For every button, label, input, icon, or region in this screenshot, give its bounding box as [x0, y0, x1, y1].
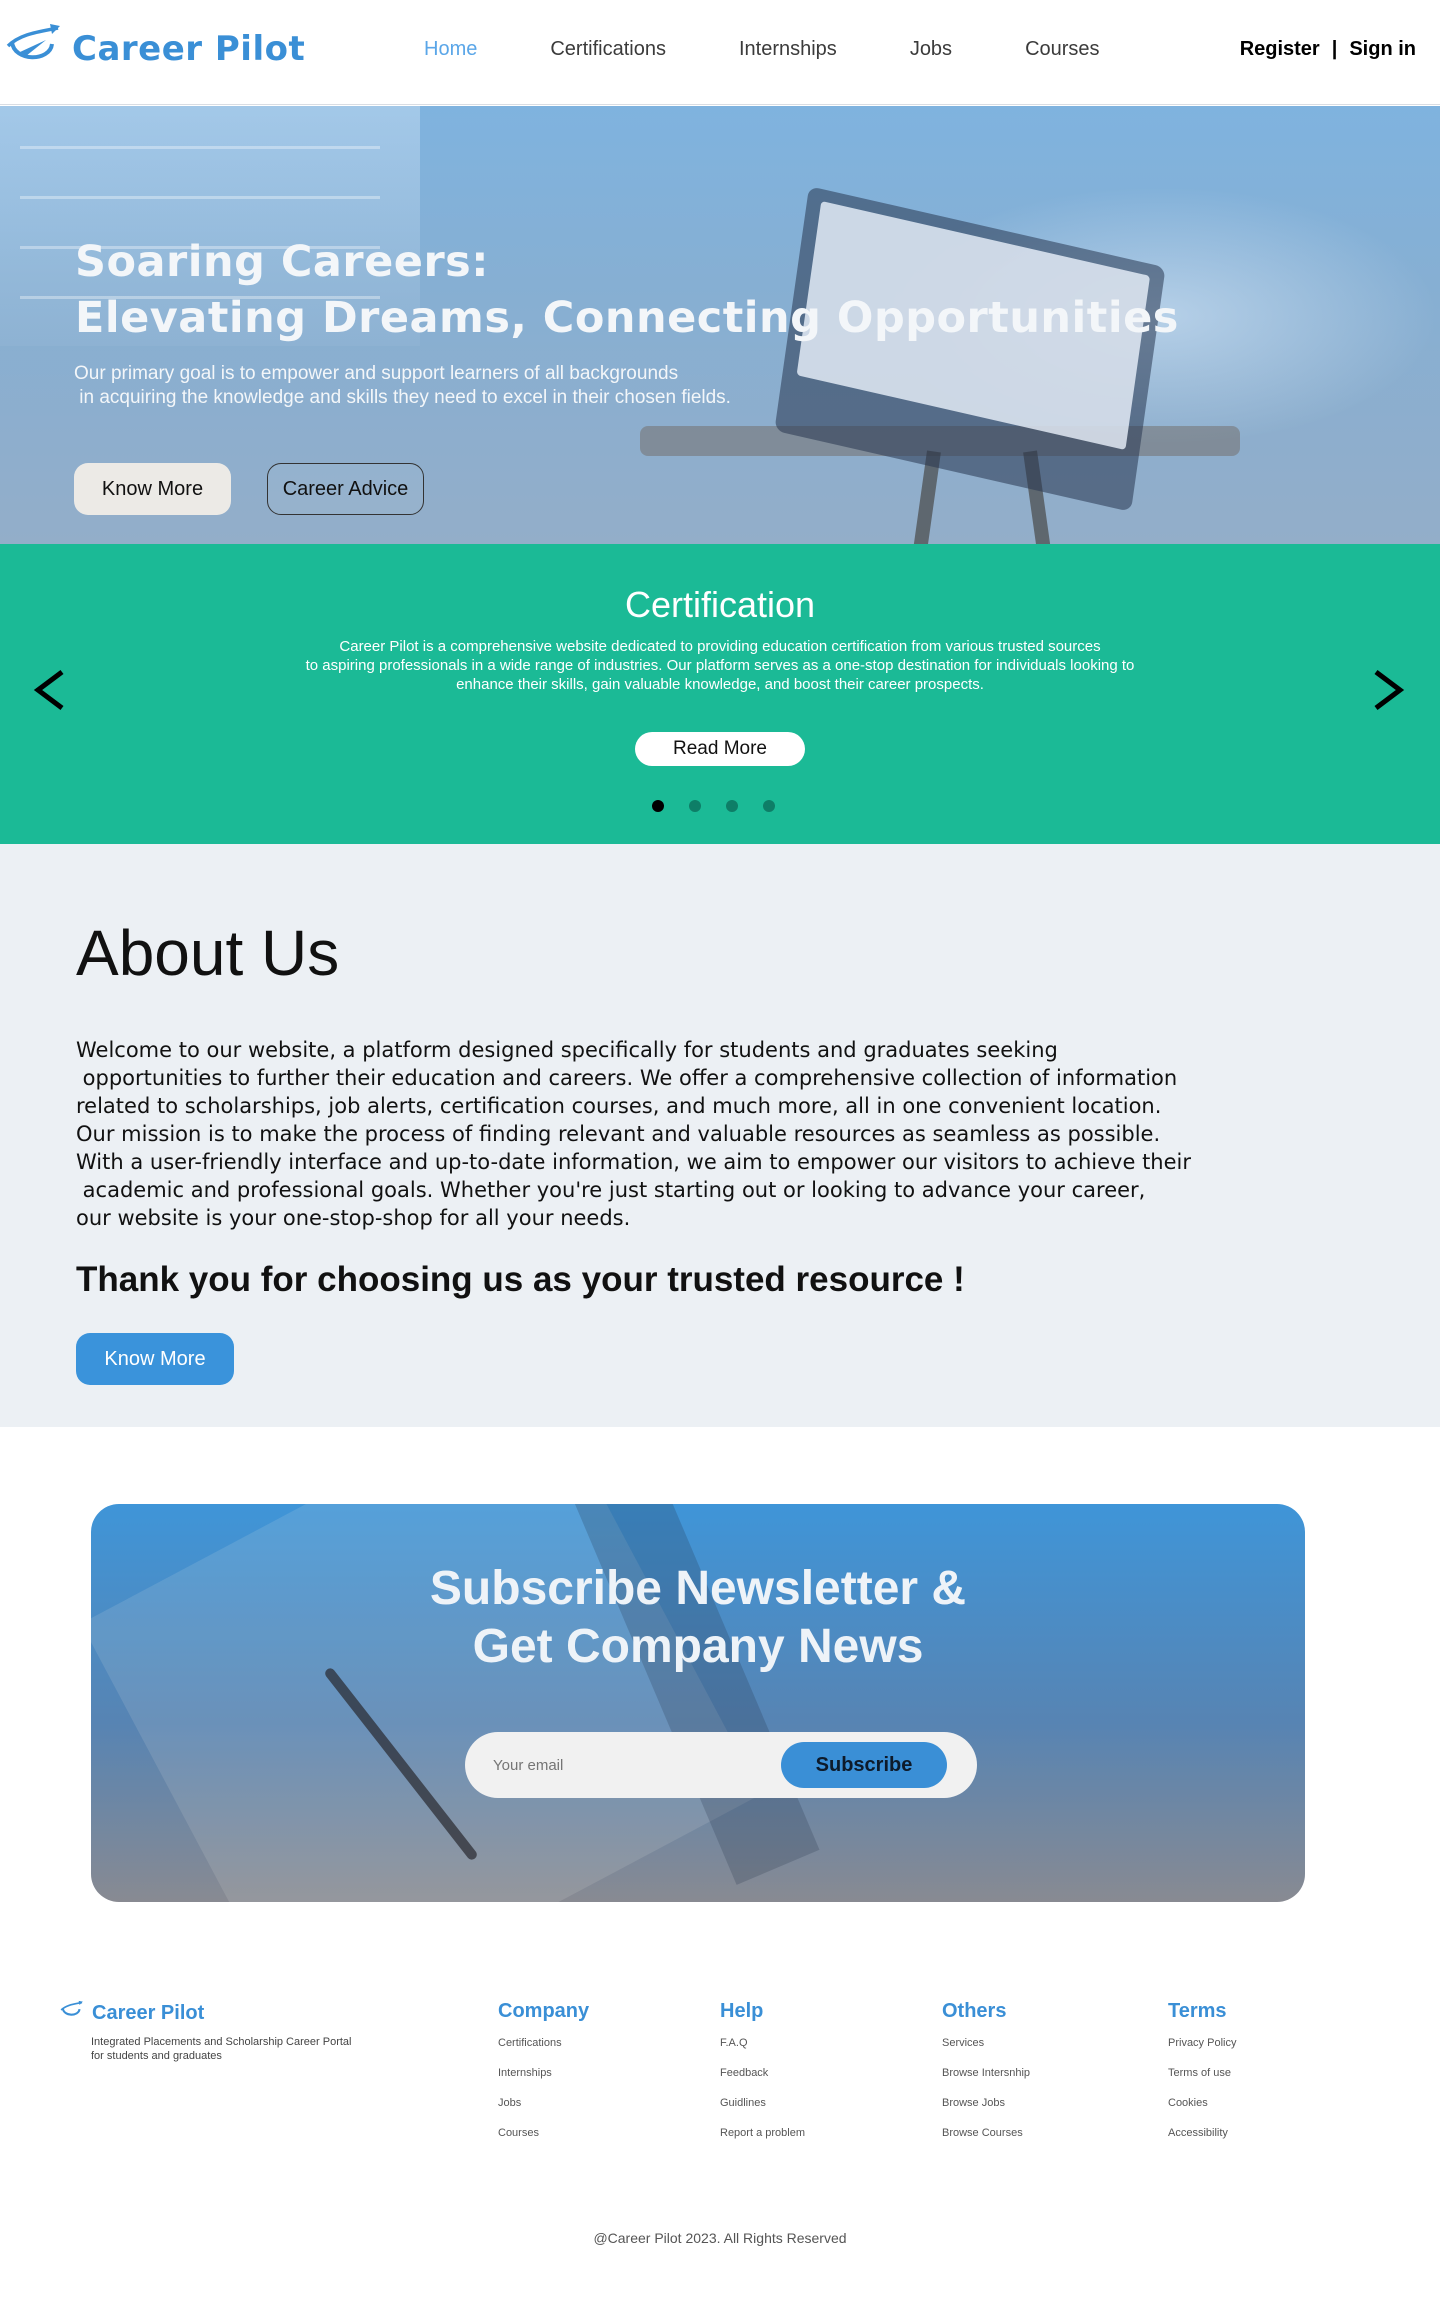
footer-column-title: Others — [942, 2000, 1007, 2022]
carousel-dot-4[interactable] — [763, 800, 775, 812]
brand-name: Career Pilot — [72, 28, 306, 69]
site-footer: Career Pilot Integrated Placements and S… — [0, 1990, 1440, 2298]
hero-title: Soaring Careers: Elevating Dreams, Conne… — [75, 234, 1179, 346]
footer-link[interactable]: Services — [942, 2037, 1030, 2067]
brand-logo[interactable]: Career Pilot — [6, 22, 305, 75]
footer-link[interactable]: Privacy Policy — [1168, 2037, 1236, 2067]
email-field[interactable] — [493, 1750, 743, 1780]
about-know-more-button[interactable]: Know More — [76, 1333, 234, 1385]
nav-link-certifications[interactable]: Certifications — [550, 38, 666, 61]
subscribe-button[interactable]: Subscribe — [781, 1742, 947, 1788]
carousel-indicators — [652, 800, 775, 812]
footer-link[interactable]: Cookies — [1168, 2097, 1236, 2127]
footer-link[interactable]: Courses — [498, 2127, 589, 2157]
footer-link[interactable]: Terms of use — [1168, 2067, 1236, 2097]
about-tagline: Thank you for choosing us as your truste… — [76, 1260, 965, 1299]
footer-brand[interactable]: Career Pilot — [60, 2000, 204, 2026]
certification-carousel: Certification Career Pilot is a comprehe… — [0, 544, 1440, 844]
footer-link[interactable]: Report a problem — [720, 2127, 805, 2157]
footer-link[interactable]: Browse Courses — [942, 2127, 1030, 2157]
footer-link[interactable]: Browse Intersnhip — [942, 2067, 1030, 2097]
nav-link-jobs[interactable]: Jobs — [910, 38, 952, 61]
footer-column-help: Help F.A.Q Feedback Guidlines Report a p… — [720, 2000, 805, 2157]
hero-subtitle: Our primary goal is to empower and suppo… — [74, 363, 731, 408]
newsletter-form: Subscribe — [465, 1732, 977, 1798]
nav-link-home[interactable]: Home — [424, 38, 477, 61]
newsletter-title-line-2: Get Company News — [472, 1620, 924, 1673]
footer-link[interactable]: F.A.Q — [720, 2037, 805, 2067]
nav-link-internships[interactable]: Internships — [739, 38, 837, 61]
footer-link[interactable]: Internships — [498, 2067, 589, 2097]
hero-title-line-1: Soaring Careers: — [75, 237, 489, 287]
top-navbar: Career Pilot Home Certifications Interns… — [0, 0, 1440, 105]
carousel-dot-1[interactable] — [652, 800, 664, 812]
read-more-button[interactable]: Read More — [635, 732, 805, 766]
carousel-title: Certification — [624, 584, 816, 625]
footer-link[interactable]: Accessibility — [1168, 2127, 1236, 2157]
footer-column-terms: Terms Privacy Policy Terms of use Cookie… — [1168, 2000, 1236, 2157]
signin-link[interactable]: Sign in — [1349, 38, 1416, 61]
carousel-dot-3[interactable] — [726, 800, 738, 812]
register-link[interactable]: Register — [1240, 38, 1320, 61]
carousel-text: Career Pilot is a comprehensive website … — [305, 638, 1135, 693]
auth-links: Register | Sign in — [1240, 38, 1416, 61]
footer-column-title: Terms — [1168, 2000, 1227, 2022]
footer-brand-name: Career Pilot — [92, 2001, 205, 2024]
footer-link[interactable]: Feedback — [720, 2067, 805, 2097]
footer-column-others: Others Services Browse Intersnhip Browse… — [942, 2000, 1030, 2157]
main-menu: Home Certifications Internships Jobs Cou… — [424, 38, 1173, 61]
footer-link[interactable]: Jobs — [498, 2097, 589, 2127]
paper-plane-logo-icon — [6, 22, 62, 75]
paper-plane-logo-icon — [60, 2000, 84, 2026]
copyright-text: @Career Pilot 2023. All Rights Reserved — [593, 2230, 847, 2246]
career-advice-button[interactable]: Career Advice — [267, 463, 424, 515]
hero-banner: Soaring Careers: Elevating Dreams, Conne… — [0, 106, 1440, 544]
newsletter-title-line-1: Subscribe Newsletter & — [429, 1562, 967, 1615]
nav-link-courses[interactable]: Courses — [1025, 38, 1099, 61]
about-title: About Us — [76, 917, 340, 989]
footer-column-title: Company — [498, 2000, 590, 2022]
footer-link[interactable]: Certifications — [498, 2037, 589, 2067]
footer-link[interactable]: Browse Jobs — [942, 2097, 1030, 2127]
auth-separator: | — [1331, 38, 1338, 60]
about-body: Welcome to our website, a platform desig… — [76, 1038, 1192, 1230]
footer-tagline: Integrated Placements and Scholarship Ca… — [91, 2036, 352, 2062]
footer-column-title: Help — [720, 2000, 764, 2022]
footer-column-company: Company Certifications Internships Jobs … — [498, 2000, 589, 2157]
hero-know-more-button[interactable]: Know More — [74, 463, 231, 515]
footer-link[interactable]: Guidlines — [720, 2097, 805, 2127]
carousel-dot-2[interactable] — [689, 800, 701, 812]
newsletter-banner: Subscribe Newsletter & Get Company News … — [91, 1504, 1305, 1902]
hero-title-line-2: Elevating Dreams, Connecting Opportuniti… — [75, 293, 1179, 343]
about-us-section: About Us Welcome to our website, a platf… — [0, 844, 1440, 1427]
newsletter-title: Subscribe Newsletter & Get Company News — [91, 1560, 1305, 1676]
